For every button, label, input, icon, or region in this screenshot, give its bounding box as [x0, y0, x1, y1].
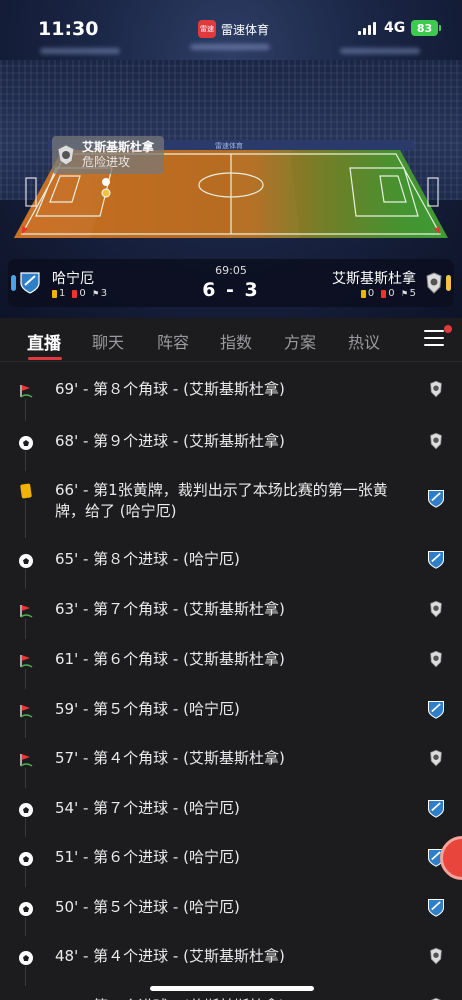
tab-plans[interactable]: 方案 [284, 329, 316, 353]
tab-odds[interactable]: 指数 [220, 329, 252, 353]
event-row: 61' - 第６个角球 - (艾斯基斯杜拿) [0, 633, 462, 689]
battery-icon: 83 [411, 20, 441, 36]
event-text: 63' - 第７个角球 - (艾斯基斯杜拿) [55, 600, 285, 618]
status-time: 11:30 [38, 18, 99, 40]
away-team-crest-icon [426, 272, 442, 294]
away-team-crest-icon [429, 379, 443, 403]
soccer-ball-icon [18, 435, 34, 451]
event-row: 57' - 第４个角球 - (艾斯基斯杜拿) [0, 732, 462, 788]
tab-lineup[interactable]: 阵容 [157, 329, 189, 353]
home-indicator [150, 986, 314, 991]
tooltip-team: 艾斯基斯杜拿 [82, 140, 155, 154]
event-text: 65' - 第８个进球 - (哈宁厄) [55, 550, 240, 568]
event-row: 68' - 第９个进球 - (艾斯基斯杜拿) [0, 415, 462, 471]
event-text: 48' - 第４个进球 - (艾斯基斯杜拿) [55, 947, 285, 965]
corner-flag-icon [18, 653, 34, 669]
hamburger-menu-icon[interactable] [424, 330, 444, 346]
away-team-crest-icon [429, 748, 443, 772]
event-row: 66' - 第1张黄牌，裁判出示了本场比赛的第一张黄牌，给了 (哈宁厄) [0, 465, 462, 538]
notification-dot [444, 325, 452, 333]
network-type: 4G [384, 20, 406, 36]
ad-board-text: 雷速体育 [215, 141, 243, 150]
home-team-crest-icon [426, 797, 446, 823]
event-text: 59' - 第５个角球 - (哈宁厄) [55, 700, 240, 718]
event-text: 69' - 第８个角球 - (艾斯基斯杜拿) [55, 380, 285, 398]
event-text: 68' - 第９个进球 - (艾斯基斯杜拿) [55, 432, 285, 450]
tab-discussion[interactable]: 热议 [348, 329, 380, 353]
home-team-crest-icon [426, 487, 446, 513]
soccer-ball-icon [18, 553, 34, 569]
corner-flag-icon [18, 603, 34, 619]
event-row: 51' - 第６个进球 - (哈宁厄) [0, 831, 462, 887]
cellular-signal-icon [358, 22, 376, 35]
event-row: 59' - 第５个角球 - (哈宁厄) [0, 683, 462, 738]
app-logo-icon: 雷速 [198, 20, 216, 38]
tooltip-action: 危险进攻 [82, 155, 131, 169]
ball-marker [102, 178, 110, 186]
corner-flag-icon: ⚑ [401, 289, 408, 298]
event-row: 48' - 第４个进球 - (艾斯基斯杜拿) [0, 930, 462, 986]
corner-flag-icon [18, 383, 34, 399]
event-row: 65' - 第８个进球 - (哈宁厄) [0, 533, 462, 589]
event-text: 57' - 第４个角球 - (艾斯基斯杜拿) [55, 749, 285, 767]
away-team-name[interactable]: 艾斯基斯杜拿 [332, 268, 416, 288]
home-team-crest-icon [426, 548, 446, 574]
away-team-crest-icon [429, 649, 443, 673]
app-name: 雷速体育 [221, 22, 270, 37]
tab-chat[interactable]: 聊天 [92, 329, 124, 353]
active-tab-indicator [28, 357, 62, 360]
event-text: 66' - 第1张黄牌，裁判出示了本场比赛的第一张黄牌，给了 (哈宁厄) [55, 481, 388, 520]
battery-level: 83 [416, 21, 433, 35]
corner-flag-icon [18, 752, 34, 768]
home-team-crest-icon [426, 896, 446, 922]
event-row: 50' - 第５个进球 - (哈宁厄) [0, 881, 462, 936]
yellow-card-icon [360, 289, 366, 298]
event-row: 63' - 第７个角球 - (艾斯基斯杜拿) [0, 583, 462, 639]
away-team-crest-icon [429, 599, 443, 623]
away-team-crest-icon [429, 996, 443, 1000]
attack-tooltip: 艾斯基斯杜拿 危险进攻 [52, 136, 164, 174]
event-row: 69' - 第８个角球 - (艾斯基斯杜拿) [0, 363, 462, 421]
tab-live[interactable]: 直播 [27, 329, 61, 354]
home-team-crest-icon [426, 698, 446, 724]
live-events-list: 69' - 第８个角球 - (艾斯基斯杜拿) 68' - 第９个进球 - (艾斯基… [0, 363, 462, 1000]
corner-flag-icon [18, 703, 34, 719]
away-team-stats: 0 0 ⚑ 5 [360, 288, 416, 299]
yellow-card-icon [18, 483, 34, 500]
away-team-crest-icon [429, 431, 443, 455]
event-row: 54' - 第７个进球 - (哈宁厄) [0, 782, 462, 837]
event-text: 50' - 第５个进球 - (哈宁厄) [55, 898, 240, 916]
score-bar: 哈宁厄 1 0 ⚑ 3 69:05 6 - 3 艾斯基斯杜拿 0 0 ⚑ 5 [8, 259, 454, 307]
status-bar: 11:30 雷速 雷速体育 4G 83 [0, 0, 462, 56]
event-text: 46' - 第３个进球 - (艾斯基斯杜拿) [55, 996, 407, 1000]
soccer-ball-icon [18, 802, 34, 818]
soccer-ball-icon [18, 851, 34, 867]
tab-bar: 直播 聊天 阵容 指数 方案 热议 [0, 318, 462, 362]
event-text: 51' - 第６个进球 - (哈宁厄) [55, 848, 240, 866]
away-team-crest-icon [429, 946, 443, 970]
event-text: 61' - 第６个角球 - (艾斯基斯杜拿) [55, 650, 285, 668]
app-badge: 雷速 雷速体育 [198, 20, 269, 38]
event-text: 54' - 第７个进球 - (哈宁厄) [55, 799, 240, 817]
soccer-ball-icon [18, 901, 34, 917]
away-team-crest-icon [57, 144, 75, 166]
match-animation-panel: 11:30 雷速 雷速体育 4G 83 雷速体育 艾斯基斯杜拿 危险进攻 哈宁厄… [0, 0, 462, 318]
soccer-ball-icon [18, 950, 34, 966]
red-card-icon [381, 289, 387, 298]
